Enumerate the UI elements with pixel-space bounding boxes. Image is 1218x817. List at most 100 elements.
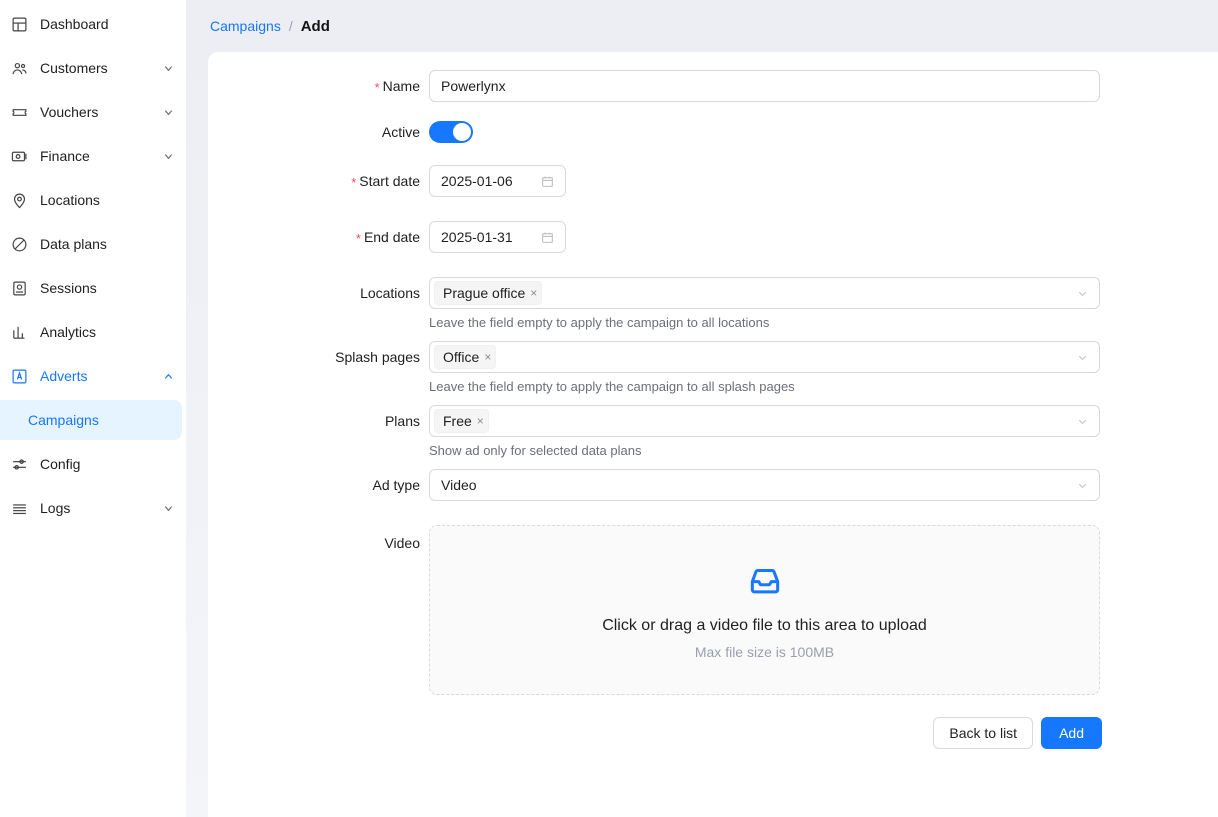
end-date-field-col: 2025-01-31 [429,221,1100,253]
required-asterisk: * [374,80,380,95]
sidebar-item-label: Finance [40,148,90,164]
active-label-col: Active [208,116,429,140]
required-asterisk: * [351,175,357,190]
chevron-down-icon[interactable] [1076,415,1088,427]
customers-icon [10,59,28,77]
active-toggle[interactable] [429,121,473,143]
active-field-col [429,116,1100,143]
sidebar-item-logs[interactable]: Logs [0,488,186,528]
end-date-value: 2025-01-31 [441,229,513,245]
name-label: Name [382,78,420,94]
start-date-field-col: 2025-01-06 [429,165,1100,197]
form-row-name: * Name Powerlynx [208,70,1218,102]
tag-chip: Office × [434,345,497,369]
toggle-knob [453,123,471,141]
finance-money-icon [10,147,28,165]
video-upload-dropzone[interactable]: Click or drag a video file to this area … [429,525,1100,695]
tag-chip: Prague office × [434,281,543,305]
chevron-down-icon[interactable] [1076,287,1088,299]
plans-select[interactable]: Free × [429,405,1100,437]
sidebar-item-adverts[interactable]: Adverts [0,356,186,396]
tag-remove-icon[interactable]: × [484,351,491,363]
ad-type-field-col: Video [429,469,1100,501]
sidebar-item-finance[interactable]: Finance [0,136,186,176]
video-label-col: Video [208,525,429,551]
end-date-label-col: * End date [208,221,429,246]
sidebar-item-label: Logs [40,500,71,516]
chevron-up-icon[interactable] [162,370,174,382]
sidebar-item-label: Vouchers [40,104,99,120]
sidebar-item-label: Config [40,456,81,472]
splash-pages-select[interactable]: Office × [429,341,1100,373]
plans-label-col: Plans [208,405,429,429]
chevron-down-icon[interactable] [162,106,174,118]
start-date-value: 2025-01-06 [441,173,513,189]
inbox-upload-icon [746,561,784,599]
voucher-ticket-icon [10,103,28,121]
sidebar-item-data-plans[interactable]: Data plans [0,224,186,264]
video-label: Video [384,535,420,551]
plans-hint: Show ad only for selected data plans [429,443,642,458]
sidebar-item-dashboard[interactable]: Dashboard [0,4,186,44]
add-button[interactable]: Add [1041,717,1102,749]
splash-pages-label: Splash pages [335,349,420,365]
content-card: * Name Powerlynx Active * Start date 202… [208,52,1218,817]
calendar-icon[interactable] [540,230,554,244]
tag-label: Office [443,349,480,365]
form-row-splash-pages: Splash pages Office × Leave the field em… [208,341,1218,395]
name-label-col: * Name [208,70,429,95]
end-date-input[interactable]: 2025-01-31 [429,221,566,253]
sidebar-item-sessions[interactable]: Sessions [0,268,186,308]
form-row-locations: Locations Prague office × Leave the fiel… [208,277,1218,331]
sidebar-item-customers[interactable]: Customers [0,48,186,88]
breadcrumb-link-campaigns[interactable]: Campaigns [210,18,281,34]
back-to-list-button[interactable]: Back to list [933,717,1034,749]
adverts-icon [10,367,28,385]
chevron-down-icon[interactable] [1076,479,1088,491]
chevron-down-icon[interactable] [162,150,174,162]
splash-pages-hint: Leave the field empty to apply the campa… [429,379,795,394]
tag-remove-icon[interactable]: × [530,287,537,299]
start-date-label-col: * Start date [208,165,429,190]
config-sliders-icon [10,455,28,473]
chevron-down-icon[interactable] [1076,351,1088,363]
start-date-input[interactable]: 2025-01-06 [429,165,566,197]
main-area: Campaigns / Add * Name Powerlynx Active … [186,0,1218,817]
upload-secondary-text: Max file size is 100MB [694,643,835,660]
locations-select[interactable]: Prague office × [429,277,1100,309]
dashboard-icon [10,15,28,33]
locations-field-col: Prague office × Leave the field empty to… [429,277,1100,331]
sidebar-item-campaigns[interactable]: Campaigns [0,400,182,440]
form-row-end-date: * End date 2025-01-31 [208,221,1218,253]
sidebar-item-analytics[interactable]: Analytics [0,312,186,352]
name-input-value: Powerlynx [441,78,506,94]
splash-pages-field-col: Office × Leave the field empty to apply … [429,341,1100,395]
calendar-icon[interactable] [540,174,554,188]
form-row-start-date: * Start date 2025-01-06 [208,165,1218,197]
ad-type-label-col: Ad type [208,469,429,493]
sidebar-item-vouchers[interactable]: Vouchers [0,92,186,132]
name-field-col: Powerlynx [429,70,1100,102]
name-input[interactable]: Powerlynx [429,70,1100,102]
ad-type-select[interactable]: Video [429,469,1100,501]
data-plans-icon [10,235,28,253]
logs-lines-icon [10,499,28,517]
sidebar-item-label: Customers [40,60,108,76]
chevron-down-icon[interactable] [162,502,174,514]
form-row-video: Video Click or drag a video file to this… [208,525,1218,695]
chevron-down-icon[interactable] [162,62,174,74]
app-root: Dashboard Customers Vouchers Finance Loc… [0,0,1218,817]
plans-label: Plans [384,413,420,429]
form-row-plans: Plans Free × Show ad only for selected d… [208,405,1218,459]
tag-label: Free [443,413,472,429]
tag-remove-icon[interactable]: × [477,415,484,427]
sidebar-item-locations[interactable]: Locations [0,180,186,220]
sidebar-item-label: Dashboard [40,16,109,32]
locations-label: Locations [360,285,420,301]
sidebar-item-label: Analytics [40,324,97,340]
sidebar-subitem-label: Campaigns [28,412,99,428]
plans-field-col: Free × Show ad only for selected data pl… [429,405,1100,459]
locations-hint: Leave the field empty to apply the campa… [429,315,770,330]
sidebar-item-config[interactable]: Config [0,444,186,484]
active-label: Active [381,124,420,140]
